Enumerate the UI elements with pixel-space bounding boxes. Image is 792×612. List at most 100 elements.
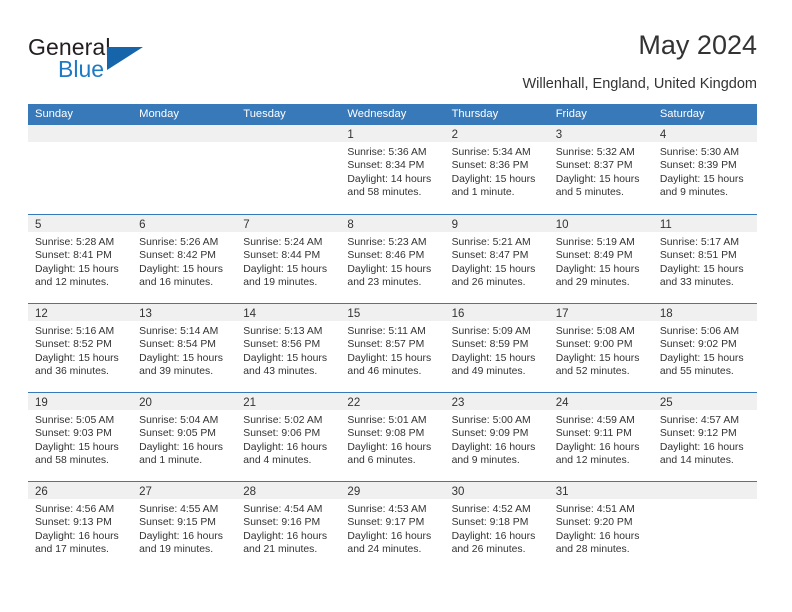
general-blue-logo[interactable]: General Blue xyxy=(28,34,158,86)
logo-triangle-icon xyxy=(107,47,143,70)
calendar-day-cell[interactable]: 11 Sunrise: 5:17 AM Sunset: 8:51 PM Dayligh… xyxy=(652,215,757,303)
sunset-time: Sunset: 9:18 PM xyxy=(451,517,529,529)
day-number: 12 xyxy=(35,308,48,320)
calendar-day-cell[interactable]: 28 Sunrise: 4:54 AM Sunset: 9:16 PM Dayligh… xyxy=(236,482,341,570)
weekday-header-saturday: Saturday xyxy=(659,108,705,120)
day-details: Sunrise: 5:01 AM Sunset: 9:08 PM Daylight:… xyxy=(340,410,444,468)
day-number-strip: 27 xyxy=(132,482,237,499)
sunset-time: Sunset: 9:20 PM xyxy=(555,517,633,529)
calendar-day-cell[interactable]: 27 Sunrise: 4:55 AM Sunset: 9:15 PM Dayligh… xyxy=(132,482,237,570)
sunset-time: Sunset: 8:34 PM xyxy=(347,160,425,172)
sunrise-time: Sunrise: 4:55 AM xyxy=(139,504,219,515)
daylight-duration-line1: Daylight: 15 hours xyxy=(35,441,119,453)
daylight-duration-line2: and 14 minutes. xyxy=(659,455,734,467)
calendar-day-cell[interactable]: 21 Sunrise: 5:02 AM Sunset: 9:06 PM Dayligh… xyxy=(236,393,341,481)
calendar-day-cell[interactable]: 3 Sunrise: 5:32 AM Sunset: 8:37 PM Daylight… xyxy=(548,125,653,214)
calendar-weeks: 1 Sunrise: 5:36 AM Sunset: 8:34 PM Daylight… xyxy=(28,125,757,570)
calendar-day-cell[interactable]: 26 Sunrise: 4:56 AM Sunset: 9:13 PM Dayligh… xyxy=(28,482,133,570)
calendar-day-cell[interactable]: 9 Sunrise: 5:21 AM Sunset: 8:47 PM Daylight… xyxy=(444,215,549,303)
daylight-duration-line1: Daylight: 16 hours xyxy=(555,441,640,453)
day-number: 2 xyxy=(451,129,458,141)
day-number-strip: 20 xyxy=(132,393,237,410)
calendar-day-cell[interactable]: 18 Sunrise: 5:06 AM Sunset: 9:02 PM Dayligh… xyxy=(652,304,757,392)
day-number: 19 xyxy=(35,397,48,409)
daylight-duration-line2: and 4 minutes. xyxy=(243,455,312,467)
calendar-day-cell[interactable]: 17 Sunrise: 5:08 AM Sunset: 9:00 PM Dayligh… xyxy=(548,304,653,392)
calendar-day-cell[interactable]: 5 Sunrise: 5:28 AM Sunset: 8:41 PM Daylight… xyxy=(28,215,133,303)
day-number-strip: 17 xyxy=(548,304,653,321)
calendar-day-cell[interactable]: 6 Sunrise: 5:26 AM Sunset: 8:42 PM Daylight… xyxy=(132,215,237,303)
daylight-duration-line2: and 46 minutes. xyxy=(347,366,422,378)
daylight-duration-line1: Daylight: 15 hours xyxy=(555,352,640,364)
calendar-week-row: 26 Sunrise: 4:56 AM Sunset: 9:13 PM Dayligh… xyxy=(28,481,757,570)
calendar-day-cell[interactable]: 15 Sunrise: 5:11 AM Sunset: 8:57 PM Dayligh… xyxy=(340,304,445,392)
sunset-time: Sunset: 8:51 PM xyxy=(659,250,737,262)
daylight-duration-line2: and 29 minutes. xyxy=(555,277,630,289)
daylight-duration-line2: and 5 minutes. xyxy=(555,187,624,199)
daylight-duration-line2: and 1 minute. xyxy=(139,455,203,467)
sunrise-time: Sunrise: 5:36 AM xyxy=(347,147,427,158)
calendar-day-cell[interactable]: 20 Sunrise: 5:04 AM Sunset: 9:05 PM Dayligh… xyxy=(132,393,237,481)
calendar-day-cell[interactable]: 24 Sunrise: 4:59 AM Sunset: 9:11 PM Dayligh… xyxy=(548,393,653,481)
daylight-duration-line2: and 9 minutes. xyxy=(451,455,520,467)
calendar-week-row: 19 Sunrise: 5:05 AM Sunset: 9:03 PM Dayligh… xyxy=(28,392,757,481)
sunrise-time: Sunrise: 4:54 AM xyxy=(243,504,323,515)
calendar-day-cell[interactable]: 4 Sunrise: 5:30 AM Sunset: 8:39 PM Daylight… xyxy=(652,125,757,214)
day-details: Sunrise: 5:04 AM Sunset: 9:05 PM Daylight:… xyxy=(132,410,236,468)
calendar-day-cell[interactable]: 7 Sunrise: 5:24 AM Sunset: 8:44 PM Daylight… xyxy=(236,215,341,303)
day-number-strip xyxy=(28,125,133,142)
daylight-duration-line1: Daylight: 15 hours xyxy=(555,263,640,275)
sunrise-time: Sunrise: 5:05 AM xyxy=(35,415,115,426)
daylight-duration-line2: and 55 minutes. xyxy=(659,366,734,378)
day-number: 3 xyxy=(555,129,563,141)
day-number: 26 xyxy=(35,486,48,498)
calendar-day-cell[interactable]: 13 Sunrise: 5:14 AM Sunset: 8:54 PM Dayligh… xyxy=(132,304,237,392)
calendar-page: General Blue May 2024 Willenhall, Englan… xyxy=(0,0,792,612)
day-details: Sunrise: 5:08 AM Sunset: 9:00 PM Daylight:… xyxy=(549,321,653,379)
daylight-duration-line1: Daylight: 15 hours xyxy=(659,173,744,185)
daylight-duration-line1: Daylight: 16 hours xyxy=(243,441,328,453)
day-number: 5 xyxy=(35,219,42,231)
sunrise-time: Sunrise: 5:21 AM xyxy=(451,237,531,248)
calendar-day-cell[interactable]: 2 Sunrise: 5:34 AM Sunset: 8:36 PM Daylight… xyxy=(444,125,549,214)
calendar-day-cell[interactable]: 31 Sunrise: 4:51 AM Sunset: 9:20 PM Dayligh… xyxy=(548,482,653,570)
sunset-time: Sunset: 9:09 PM xyxy=(451,428,529,440)
day-number: 4 xyxy=(659,129,667,141)
day-details: Sunrise: 5:11 AM Sunset: 8:57 PM Daylight:… xyxy=(340,321,444,379)
day-number-strip: 15 xyxy=(340,304,445,321)
calendar-day-cell[interactable]: 19 Sunrise: 5:05 AM Sunset: 9:03 PM Dayligh… xyxy=(28,393,133,481)
sunset-time: Sunset: 8:59 PM xyxy=(451,339,529,351)
day-number: 30 xyxy=(451,486,465,498)
daylight-duration-line2: and 1 minute. xyxy=(451,187,515,199)
day-number-strip: 10 xyxy=(548,215,653,232)
day-details xyxy=(28,142,132,146)
sunset-time: Sunset: 8:49 PM xyxy=(555,250,633,262)
sunrise-time: Sunrise: 5:11 AM xyxy=(347,326,426,337)
sunset-time: Sunset: 8:52 PM xyxy=(35,339,112,351)
calendar-day-cell[interactable]: 10 Sunrise: 5:19 AM Sunset: 8:49 PM Dayligh… xyxy=(548,215,653,303)
weekday-header-tuesday: Tuesday xyxy=(243,108,286,120)
day-details: Sunrise: 4:57 AM Sunset: 9:12 PM Daylight:… xyxy=(653,410,757,468)
sunrise-time: Sunrise: 5:00 AM xyxy=(451,415,531,426)
calendar-day-cell[interactable]: 22 Sunrise: 5:01 AM Sunset: 9:08 PM Dayligh… xyxy=(340,393,445,481)
calendar-day-cell[interactable]: 23 Sunrise: 5:00 AM Sunset: 9:09 PM Dayligh… xyxy=(444,393,549,481)
sunset-time: Sunset: 9:08 PM xyxy=(347,428,425,440)
daylight-duration-line2: and 28 minutes. xyxy=(555,544,630,556)
day-number-strip: 23 xyxy=(444,393,549,410)
calendar-day-cell[interactable]: 14 Sunrise: 5:13 AM Sunset: 8:56 PM Dayligh… xyxy=(236,304,341,392)
calendar-day-cell[interactable]: 12 Sunrise: 5:16 AM Sunset: 8:52 PM Dayligh… xyxy=(28,304,133,392)
sunset-time: Sunset: 9:15 PM xyxy=(139,517,216,529)
calendar-day-cell[interactable]: 30 Sunrise: 4:52 AM Sunset: 9:18 PM Dayligh… xyxy=(444,482,549,570)
calendar-day-cell[interactable]: 16 Sunrise: 5:09 AM Sunset: 8:59 PM Dayligh… xyxy=(444,304,549,392)
day-details: Sunrise: 5:23 AM Sunset: 8:46 PM Daylight:… xyxy=(340,232,444,290)
day-number-strip: 8 xyxy=(340,215,445,232)
daylight-duration-line1: Daylight: 15 hours xyxy=(347,263,432,275)
day-details: Sunrise: 5:13 AM Sunset: 8:56 PM Daylight:… xyxy=(236,321,340,379)
calendar-day-cell[interactable]: 29 Sunrise: 4:53 AM Sunset: 9:17 PM Dayligh… xyxy=(340,482,445,570)
daylight-duration-line2: and 12 minutes. xyxy=(35,277,109,289)
calendar-day-cell[interactable]: 8 Sunrise: 5:23 AM Sunset: 8:46 PM Daylight… xyxy=(340,215,445,303)
calendar-day-cell[interactable]: 1 Sunrise: 5:36 AM Sunset: 8:34 PM Daylight… xyxy=(340,125,445,214)
calendar-day-cell[interactable]: 25 Sunrise: 4:57 AM Sunset: 9:12 PM Dayligh… xyxy=(652,393,757,481)
day-number: 13 xyxy=(139,308,152,320)
sunset-time: Sunset: 8:39 PM xyxy=(659,160,737,172)
